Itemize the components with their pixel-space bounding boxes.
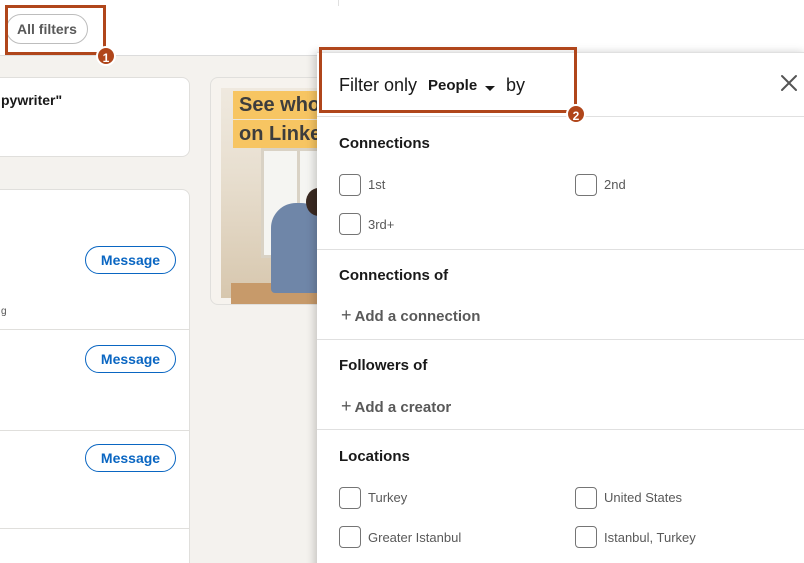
divider (317, 249, 804, 250)
checkbox-3rd-plus[interactable] (339, 213, 361, 235)
divider (338, 0, 339, 6)
divider (317, 339, 804, 340)
checkbox-turkey[interactable] (339, 487, 361, 509)
checkbox-1st[interactable] (339, 174, 361, 196)
divider (317, 429, 804, 430)
divider (0, 329, 189, 330)
checkbox-label: Greater Istanbul (368, 530, 462, 545)
divider (0, 430, 189, 431)
search-summary-card: pywriter" (0, 77, 190, 157)
annotation-box-1 (5, 5, 106, 55)
annotation-badge-1: 1 (96, 46, 116, 66)
add-creator-label: Add a creator (354, 399, 452, 416)
result-snippet: g (1, 306, 7, 317)
all-filters-panel: Filter only People by Connections 1st 2n… (317, 52, 804, 563)
ad-headline-line2: on Linke (233, 120, 328, 148)
ad-headline-line1: See who (233, 91, 327, 119)
message-button[interactable]: Message (85, 345, 176, 373)
checkbox-label: 2nd (604, 177, 626, 192)
checkbox-label: 3rd+ (368, 217, 395, 232)
close-icon[interactable] (779, 73, 799, 93)
followers-of-section-title: Followers of (339, 357, 428, 374)
annotation-box-2 (319, 47, 577, 113)
checkbox-label: United States (604, 490, 683, 505)
connections-section-title: Connections (339, 135, 430, 152)
plus-icon: + (341, 396, 352, 416)
add-creator-button[interactable]: + Add a creator (341, 396, 451, 417)
checkbox-greater-istanbul[interactable] (339, 526, 361, 548)
checkbox-label: Turkey (368, 490, 408, 505)
checkbox-2nd[interactable] (575, 174, 597, 196)
add-connection-label: Add a connection (354, 308, 481, 325)
plus-icon: + (341, 305, 352, 325)
search-query-text: pywriter" (1, 92, 63, 108)
message-button[interactable]: Message (85, 246, 176, 274)
annotation-badge-2: 2 (566, 104, 586, 124)
promo-ad[interactable]: See who on Linke (210, 77, 330, 305)
checkbox-label: Istanbul, Turkey (604, 530, 696, 545)
checkbox-istanbul-turkey[interactable] (575, 526, 597, 548)
people-results-list: Message g Message Message (0, 189, 190, 563)
message-button[interactable]: Message (85, 444, 176, 472)
checkbox-label: 1st (368, 177, 386, 192)
checkbox-united-states[interactable] (575, 487, 597, 509)
add-connection-button[interactable]: + Add a connection (341, 305, 480, 326)
locations-section-title: Locations (339, 448, 410, 465)
divider (0, 528, 189, 529)
connections-of-section-title: Connections of (339, 267, 449, 284)
